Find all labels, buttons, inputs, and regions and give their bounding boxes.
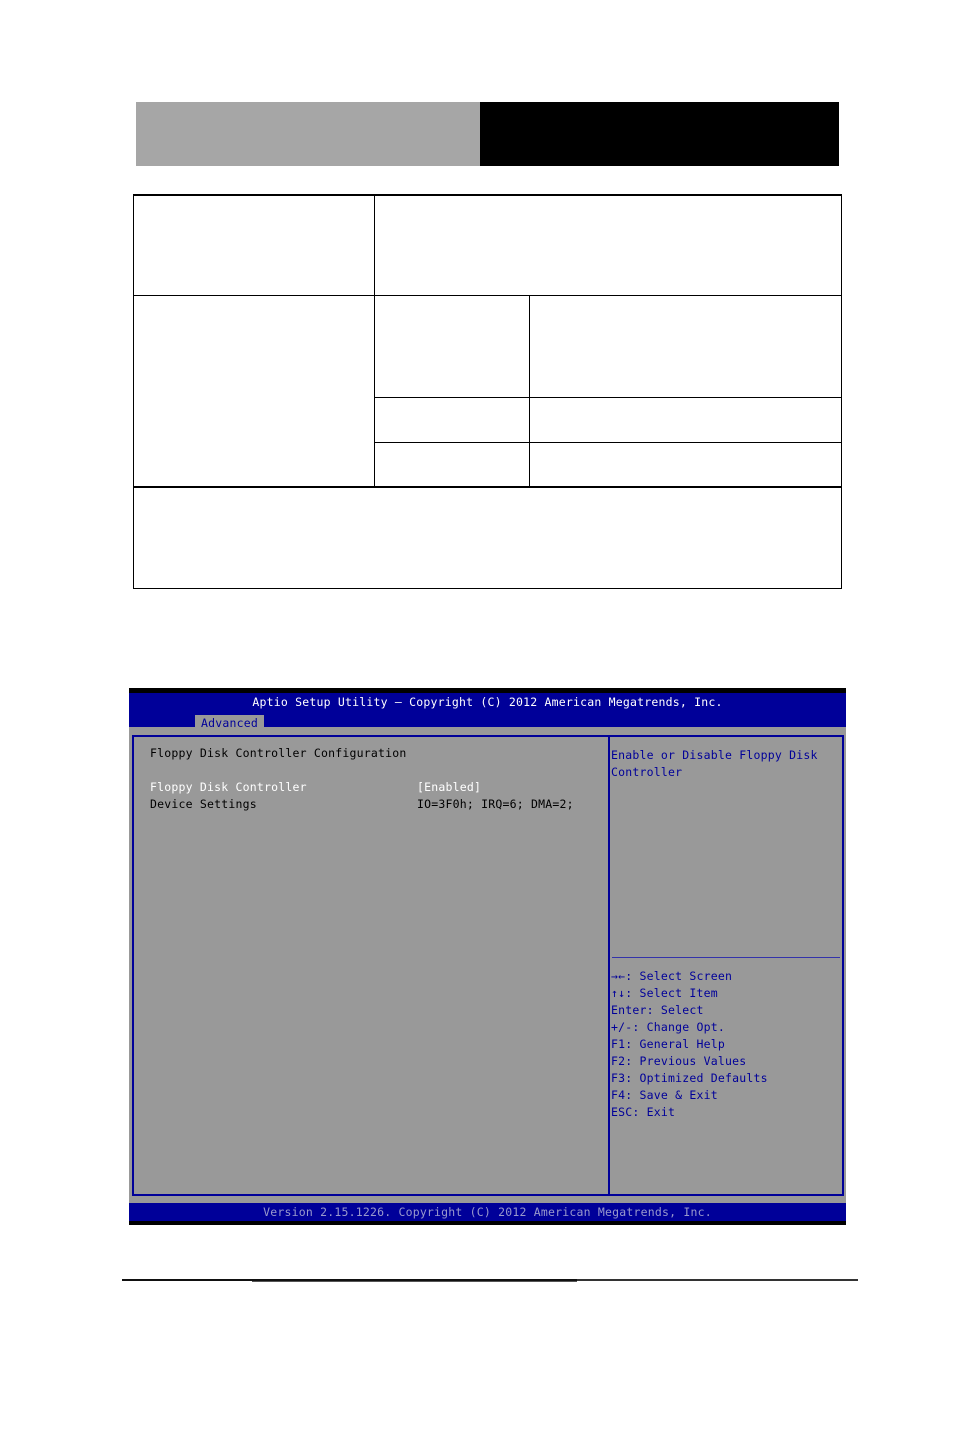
header-banner-black <box>480 102 839 166</box>
bios-footer: Version 2.15.1226. Copyright (C) 2012 Am… <box>129 1203 846 1221</box>
header-banner-gray <box>136 102 480 166</box>
table-row-divider <box>374 442 842 443</box>
setting-device-settings-value: IO=3F0h; IRQ=6; DMA=2; <box>417 797 574 811</box>
footer-rule-shadow <box>252 1281 577 1282</box>
bios-setup-screen: Aptio Setup Utility – Copyright (C) 2012… <box>129 688 846 1225</box>
key-help-f3: F3: Optimized Defaults <box>611 1071 768 1085</box>
tab-advanced[interactable]: Advanced <box>195 715 264 732</box>
key-help-select-screen: →←: Select Screen <box>611 969 733 983</box>
table-column-divider <box>374 194 375 487</box>
section-title: Floppy Disk Controller Configuration <box>150 746 407 760</box>
bios-bottom-bar <box>129 1221 846 1225</box>
help-separator <box>612 957 840 958</box>
key-help-f4: F4: Save & Exit <box>611 1088 718 1102</box>
bios-header: Aptio Setup Utility – Copyright (C) 2012… <box>129 693 846 732</box>
setting-floppy-disk-controller-value[interactable]: [Enabled] <box>417 779 481 796</box>
table-row-divider <box>374 397 842 398</box>
table-row-divider <box>133 486 842 488</box>
bios-main-panel: Floppy Disk Controller Configuration Flo… <box>132 735 844 1196</box>
key-help-f2: F2: Previous Values <box>611 1054 747 1068</box>
key-help-f1: F1: General Help <box>611 1037 725 1051</box>
table-row-divider <box>133 295 842 296</box>
table-border <box>133 194 842 589</box>
key-help-select-item: ↑↓: Select Item <box>611 986 718 1000</box>
setting-device-settings-label: Device Settings <box>150 797 257 811</box>
key-help-esc: ESC: Exit <box>611 1105 676 1119</box>
help-description: Enable or Disable Floppy Disk Controller <box>611 748 825 779</box>
panel-divider <box>608 737 610 1194</box>
footer-rule-right <box>577 1279 858 1281</box>
table-column-divider <box>529 296 530 487</box>
key-help-change-opt: +/-: Change Opt. <box>611 1020 725 1034</box>
bios-title: Aptio Setup Utility – Copyright (C) 2012… <box>252 695 723 709</box>
key-help-enter: Enter: Select <box>611 1003 704 1017</box>
setting-floppy-disk-controller-label[interactable]: Floppy Disk Controller <box>150 779 307 796</box>
options-table <box>133 194 842 589</box>
key-help-list: →←: Select Screen ↑↓: Select Item Enter:… <box>611 968 768 1121</box>
